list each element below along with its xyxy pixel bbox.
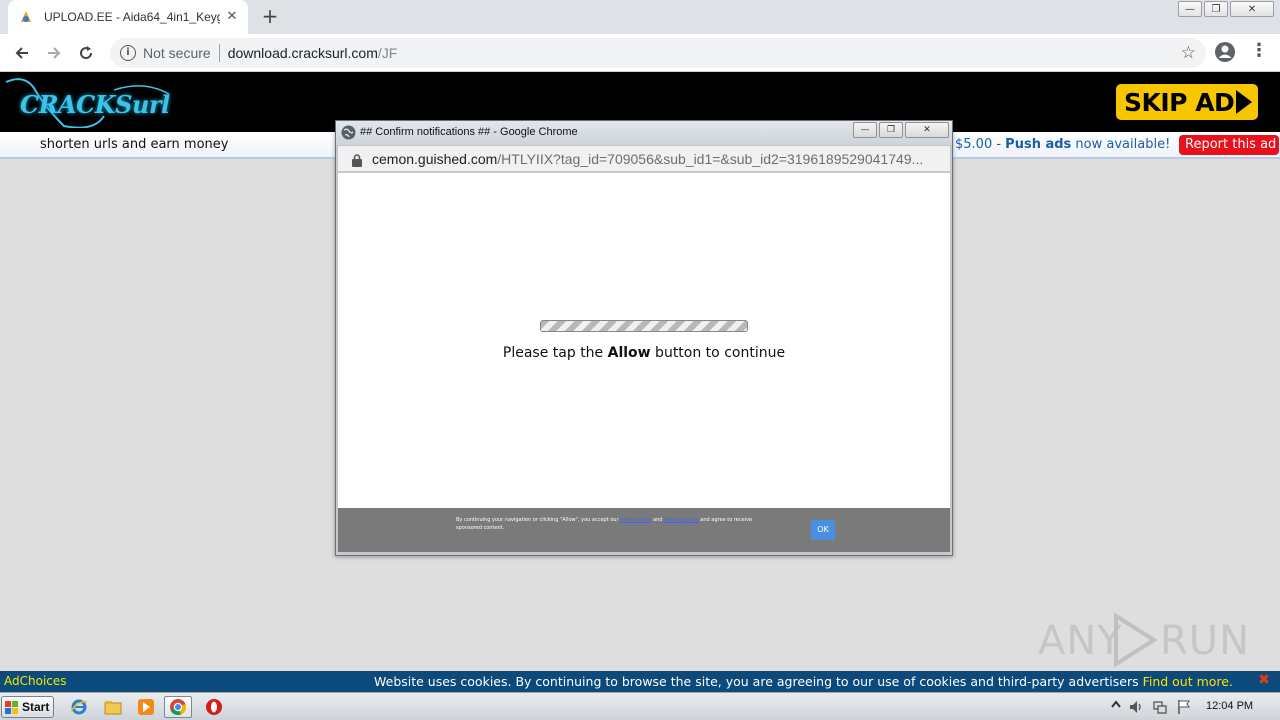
skip-ad-label: SKIP AD (1124, 87, 1235, 117)
forward-arrow-icon (48, 47, 61, 59)
popup-title-bar[interactable]: ## Confirm notifications ## - Google Chr… (336, 121, 952, 145)
watermark-play-icon (1110, 612, 1160, 668)
lock-icon (352, 152, 362, 167)
notification-popup-window: ## Confirm notifications ## - Google Chr… (335, 120, 953, 556)
bookmark-star-icon[interactable]: ☆ (1181, 44, 1196, 62)
window-minimize-button[interactable]: — (1178, 1, 1202, 17)
security-label: Not secure (143, 45, 211, 61)
window-close-button[interactable]: ✕ (1230, 1, 1274, 17)
privacy-link[interactable]: privacy policy (664, 517, 699, 523)
opera-taskbar-icon[interactable] (203, 697, 225, 717)
address-bar[interactable]: i Not secure download.cracksurl.com/JF ☆ (110, 38, 1206, 68)
cookie-bar-close-icon[interactable]: ✖ (1257, 673, 1271, 687)
popup-content: Please tap the Allow button to continue (338, 173, 950, 508)
cookie-ok-button[interactable]: OK (811, 520, 835, 540)
progress-fill (541, 321, 747, 331)
address-separator (218, 44, 220, 62)
tab-close-icon[interactable]: ✕ (224, 9, 240, 25)
reload-button[interactable] (74, 41, 98, 65)
promo-link[interactable]: $5.00 - Push ads now available! (955, 137, 1170, 152)
popup-window-controls: — ❐ ✕ (853, 122, 949, 138)
forward-button[interactable] (42, 41, 66, 65)
skip-ad-arrow-icon (1236, 90, 1252, 114)
chrome-taskbar-icon[interactable] (164, 696, 192, 718)
popup-cookie-notice: By continuing your navigation or clickin… (338, 508, 950, 552)
cookie-message: Website uses cookies. By continuing to b… (374, 674, 1233, 689)
internet-explorer-icon[interactable] (68, 697, 90, 717)
browser-menu-icon[interactable]: ⋮ (1250, 42, 1268, 62)
start-button[interactable]: Start (1, 696, 54, 718)
popup-cookie-text: By continuing your navigation or clickin… (456, 517, 753, 531)
browser-tab[interactable]: UPLOAD.EE - Aida64_4in1_Keygen_ ✕ (8, 0, 248, 34)
popup-restore-button[interactable]: ❐ (879, 122, 903, 138)
back-arrow-icon (15, 47, 28, 59)
skip-ad-button[interactable]: SKIP AD (1116, 84, 1258, 120)
profile-avatar-icon[interactable] (1214, 41, 1236, 63)
windows-taskbar: Start 12:04 PM (0, 692, 1280, 720)
network-icon[interactable] (1152, 699, 1168, 715)
media-player-icon[interactable] (135, 697, 157, 717)
site-logo[interactable]: CRACKSurl (4, 76, 174, 128)
anyrun-watermark: ANY RUN (1038, 612, 1249, 668)
loading-progress-bar (540, 320, 748, 332)
window-restore-button[interactable]: ❐ (1204, 1, 1228, 17)
browser-tabstrip: UPLOAD.EE - Aida64_4in1_Keygen_ ✕ + — ❐ … (0, 0, 1280, 34)
start-label: Start (22, 700, 50, 714)
window-controls: — ❐ ✕ (1178, 1, 1274, 17)
site-cookie-bar: AdChoices Website uses cookies. By conti… (0, 671, 1280, 692)
reload-icon (80, 46, 93, 60)
report-ad-button[interactable]: Report this ad (1179, 135, 1279, 155)
popup-url-bar: cemon.guished.com/HTLYIIX?tag_id=709056&… (338, 146, 950, 172)
address-url: download.cracksurl.com/JF (227, 45, 398, 61)
watermark-text-right: RUN (1160, 618, 1250, 664)
browser-toolbar: i Not secure download.cracksurl.com/JF ☆ (0, 34, 1280, 72)
popup-close-button[interactable]: ✕ (905, 122, 949, 138)
windows-logo-icon (5, 700, 19, 714)
logo-text: CRACKSurl (20, 90, 170, 119)
info-icon[interactable]: i (120, 45, 136, 61)
allow-prompt: Please tap the Allow button to continue (502, 345, 786, 361)
action-center-flag-icon[interactable] (1176, 699, 1192, 715)
tab-title: UPLOAD.EE - Aida64_4in1_Keygen_ (44, 10, 220, 24)
find-out-more-link[interactable]: Find out more. (1143, 674, 1233, 689)
terms-link[interactable]: terms of use (620, 517, 651, 523)
popup-minimize-button[interactable]: — (853, 122, 877, 138)
popup-title: ## Confirm notifications ## - Google Chr… (360, 126, 578, 138)
globe-icon (341, 125, 356, 140)
file-explorer-icon[interactable] (102, 697, 124, 717)
volume-icon[interactable] (1128, 699, 1144, 715)
system-tray: 12:04 PM (1104, 696, 1280, 718)
taskbar-clock[interactable]: 12:04 PM (1206, 700, 1253, 712)
upload-favicon-icon (18, 9, 34, 25)
new-tab-button[interactable]: + (258, 5, 282, 29)
tray-expand-icon[interactable] (1108, 699, 1124, 715)
adchoices-link[interactable]: AdChoices (4, 674, 67, 688)
popup-url: cemon.guished.com/HTLYIIX?tag_id=709056&… (372, 151, 924, 167)
site-tagline: shorten urls and earn money (40, 137, 229, 152)
back-button[interactable] (10, 41, 34, 65)
